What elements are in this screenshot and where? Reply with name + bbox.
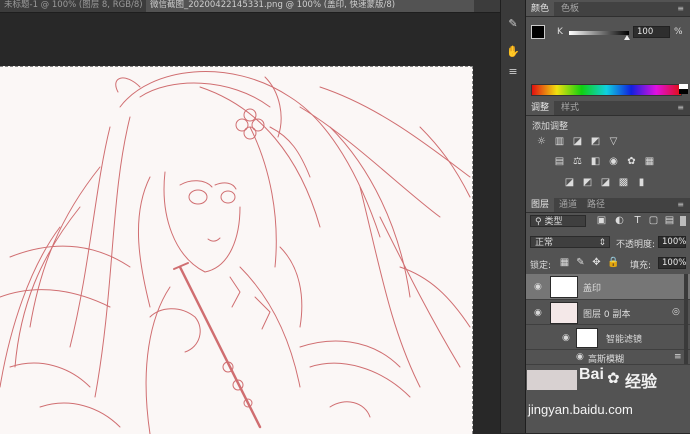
layer-row[interactable]: ◉ 高斯模糊 ≡ [526, 350, 690, 365]
filter-adjustment-icon[interactable]: ◐ [614, 216, 625, 226]
panel-menu-icon[interactable]: ≡ [677, 103, 684, 112]
image-canvas[interactable] [0, 66, 473, 434]
layer-thumbnail [527, 370, 577, 390]
document-tab-untitled[interactable]: 未标题-1 @ 100% (图层 8, RGB/8)× [0, 0, 154, 12]
invert-icon[interactable]: ◪ [564, 178, 575, 188]
filter-type-icon[interactable]: T [632, 216, 643, 226]
eye-icon[interactable]: ◉ [534, 308, 544, 318]
filter-smart-object-icon[interactable]: ▤ [664, 216, 675, 226]
color-panel-tabs: 颜色 色板 ≡ [526, 2, 690, 17]
collapsed-panel-strip: ✎ ✋ ≡ [500, 0, 526, 433]
hue-saturation-icon[interactable]: ▤ [554, 157, 565, 167]
tab-color[interactable]: 颜色 [526, 2, 555, 16]
exposure-icon[interactable]: ◩ [590, 137, 601, 147]
watermark-url: jingyan.baidu.com [528, 402, 633, 417]
curves-icon[interactable]: ◪ [572, 137, 583, 147]
fill-label: 填充: [630, 261, 652, 271]
spectrum-black-chip[interactable] [679, 89, 688, 94]
threshold-icon[interactable]: ◪ [600, 178, 611, 188]
levels-icon[interactable]: ▥ [554, 137, 565, 147]
selective-color-icon[interactable]: ▩ [618, 178, 629, 188]
k-slider-track[interactable] [569, 31, 629, 35]
layer-row[interactable]: ◉ 盖印 [526, 274, 690, 300]
tab-label: 未标题-1 @ 100% (图层 8, RGB/8) [4, 0, 143, 10]
k-value-field[interactable]: 100 [633, 26, 670, 38]
foreground-color-swatch[interactable] [531, 25, 545, 39]
adjust-panel-tabs: 调整 样式 ≡ [526, 101, 690, 116]
black-white-icon[interactable]: ◧ [590, 157, 601, 167]
layer-name[interactable]: 智能滤镜 [606, 332, 642, 345]
channel-mixer-icon[interactable]: ✿ [626, 157, 637, 167]
filter-label: 类型 [544, 217, 563, 227]
vibrance-icon[interactable]: ▽ [608, 137, 619, 147]
layer-thumbnail [550, 276, 578, 298]
eye-icon[interactable]: ◉ [576, 352, 586, 362]
tab-adjustments[interactable]: 调整 [526, 101, 555, 115]
layer-name[interactable]: 盖印 [583, 281, 601, 294]
tab-styles[interactable]: 样式 [556, 101, 584, 115]
color-balance-icon[interactable]: ⚖ [572, 157, 583, 167]
layer-name[interactable]: 高斯模糊 [588, 352, 624, 365]
document-tab-active[interactable]: 微信截图_20200422145331.png @ 100% (盖印, 快速蒙版… [146, 0, 474, 12]
layer-filter-select[interactable]: ⚲ 类型 [530, 215, 586, 227]
filter-mask-thumbnail [576, 328, 598, 348]
hand-tool-icon[interactable]: ✋ [504, 44, 522, 60]
blend-mode-value: 正常 [535, 238, 554, 248]
percent-unit: % [674, 27, 683, 37]
layer-thumbnail [550, 302, 578, 324]
filter-options-icon[interactable]: ≡ [674, 352, 682, 362]
eye-icon[interactable]: ◉ [562, 333, 572, 343]
filter-pixel-icon[interactable]: ▣ [596, 216, 607, 226]
watermark-brand: Bai [579, 366, 604, 383]
baidu-jingyan-watermark: Bai ✿ 经验 jingyan.baidu.com [527, 366, 690, 433]
tab-swatches[interactable]: 色板 [556, 2, 584, 16]
filter-toggle[interactable] [680, 216, 686, 226]
tab-label: 微信截图_20200422145331.png @ 100% (盖印, 快速蒙版… [150, 0, 396, 10]
lock-position-icon[interactable]: ✥ [591, 258, 602, 268]
channel-label: K [557, 27, 563, 37]
color-spectrum-bar[interactable] [531, 84, 682, 96]
blend-mode-select[interactable]: 正常 ⇕ [530, 236, 610, 248]
layer-row[interactable]: ◉ 图层 0 副本 ◎ [526, 300, 690, 325]
tab-layers[interactable]: 图层 [526, 198, 555, 212]
fill-field[interactable]: 100% [658, 257, 686, 269]
paint-brush-icon[interactable]: ✎ [504, 16, 522, 32]
smart-object-icon: ◎ [672, 307, 680, 317]
tab-channels[interactable]: 通道 [554, 198, 582, 212]
panel-menu-icon[interactable]: ≡ [677, 200, 684, 209]
paw-icon: ✿ [607, 369, 620, 387]
align-tool-icon[interactable]: ≡ [504, 64, 522, 80]
lock-all-icon[interactable]: 🔒 [607, 258, 619, 268]
layers-scrollbar[interactable] [684, 274, 688, 364]
layer-row[interactable]: ◉ 智能滤镜 [526, 325, 690, 350]
anime-line-sketch-image [0, 71, 471, 434]
photo-filter-icon[interactable]: ◉ [608, 157, 619, 167]
layers-panel-tabs: 图层 通道 路径 ≡ [526, 198, 690, 213]
slider-thumb[interactable] [624, 35, 630, 40]
gradient-map-icon[interactable]: ▮ [636, 178, 647, 188]
posterize-icon[interactable]: ◩ [582, 178, 593, 188]
color-lookup-icon[interactable]: ▦ [644, 157, 655, 167]
lock-transparent-icon[interactable]: ▦ [559, 258, 570, 268]
filter-shape-icon[interactable]: ▢ [648, 216, 659, 226]
layer-name[interactable]: 图层 0 副本 [583, 307, 630, 320]
lock-label: 锁定: [530, 261, 552, 271]
panel-menu-icon[interactable]: ≡ [677, 4, 684, 13]
watermark-logo-text: 经验 [625, 372, 658, 391]
opacity-label: 不透明度: [616, 240, 656, 250]
tab-paths[interactable]: 路径 [582, 198, 610, 212]
add-adjustment-title: 添加调整 [532, 122, 569, 132]
brightness-icon[interactable]: ☼ [536, 137, 547, 147]
eye-icon[interactable]: ◉ [534, 282, 544, 292]
opacity-field[interactable]: 100% [658, 236, 686, 248]
lock-image-icon[interactable]: ✎ [575, 258, 586, 268]
chevron-down-icon: ⇕ [598, 238, 606, 248]
document-tab-bar: 未标题-1 @ 100% (图层 8, RGB/8)× 微信截图_2020042… [0, 0, 500, 13]
